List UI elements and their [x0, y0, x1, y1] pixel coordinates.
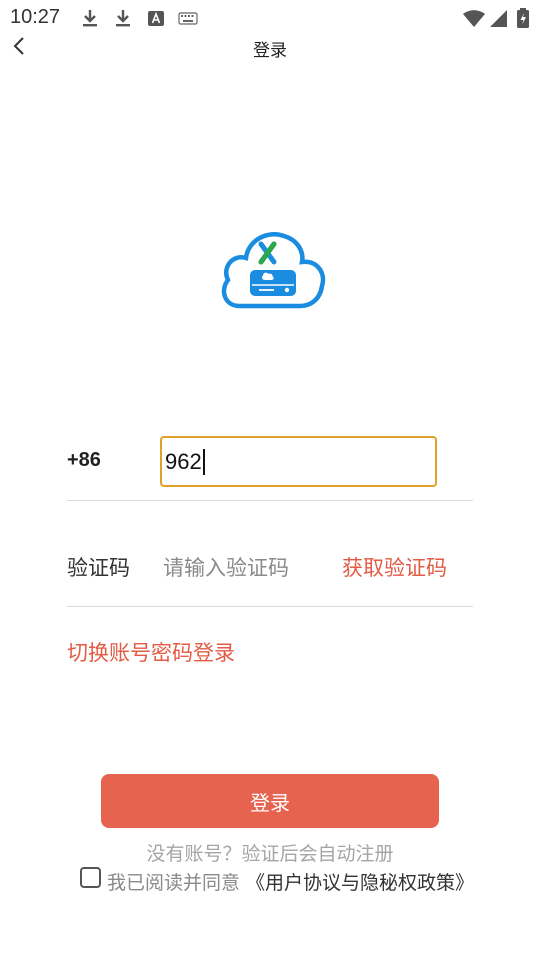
code-input[interactable]: 请输入验证码: [163, 552, 289, 582]
app-logo: [218, 228, 328, 310]
switch-password-login-link[interactable]: 切换账号密码登录: [67, 637, 235, 667]
agreement-link[interactable]: 《用户协议与隐秘权政策》: [246, 868, 474, 895]
font-a-icon: [146, 8, 166, 28]
phone-input[interactable]: 962: [160, 436, 437, 487]
divider: [67, 606, 473, 607]
wifi-icon: [462, 8, 486, 28]
cloud-storage-logo-icon: [221, 232, 326, 309]
text-caret: [202, 448, 205, 475]
download-icon: [113, 8, 133, 28]
phone-input-value: 962: [165, 448, 202, 474]
status-bar: 10:27: [0, 0, 540, 36]
agree-text: 我已阅读并同意: [107, 872, 241, 894]
page-title: 登录: [253, 41, 287, 61]
signal-icon: [488, 8, 508, 28]
country-code[interactable]: +86: [67, 449, 101, 472]
phone-row: +86 962: [67, 434, 473, 490]
login-button[interactable]: 登录: [101, 774, 439, 828]
keyboard-icon: [178, 8, 198, 28]
download-icon: [80, 8, 100, 28]
status-time: 10:27: [10, 6, 61, 28]
code-row: 验证码 请输入验证码 获取验证码: [67, 540, 473, 590]
register-hint: 没有账号？验证后会自动注册: [146, 843, 394, 865]
top-bar: 登录: [0, 36, 540, 61]
divider: [67, 500, 473, 501]
get-code-button[interactable]: 获取验证码: [342, 552, 447, 582]
code-label: 验证码: [67, 556, 130, 580]
agree-checkbox[interactable]: [80, 867, 101, 888]
battery-icon: [516, 8, 530, 28]
